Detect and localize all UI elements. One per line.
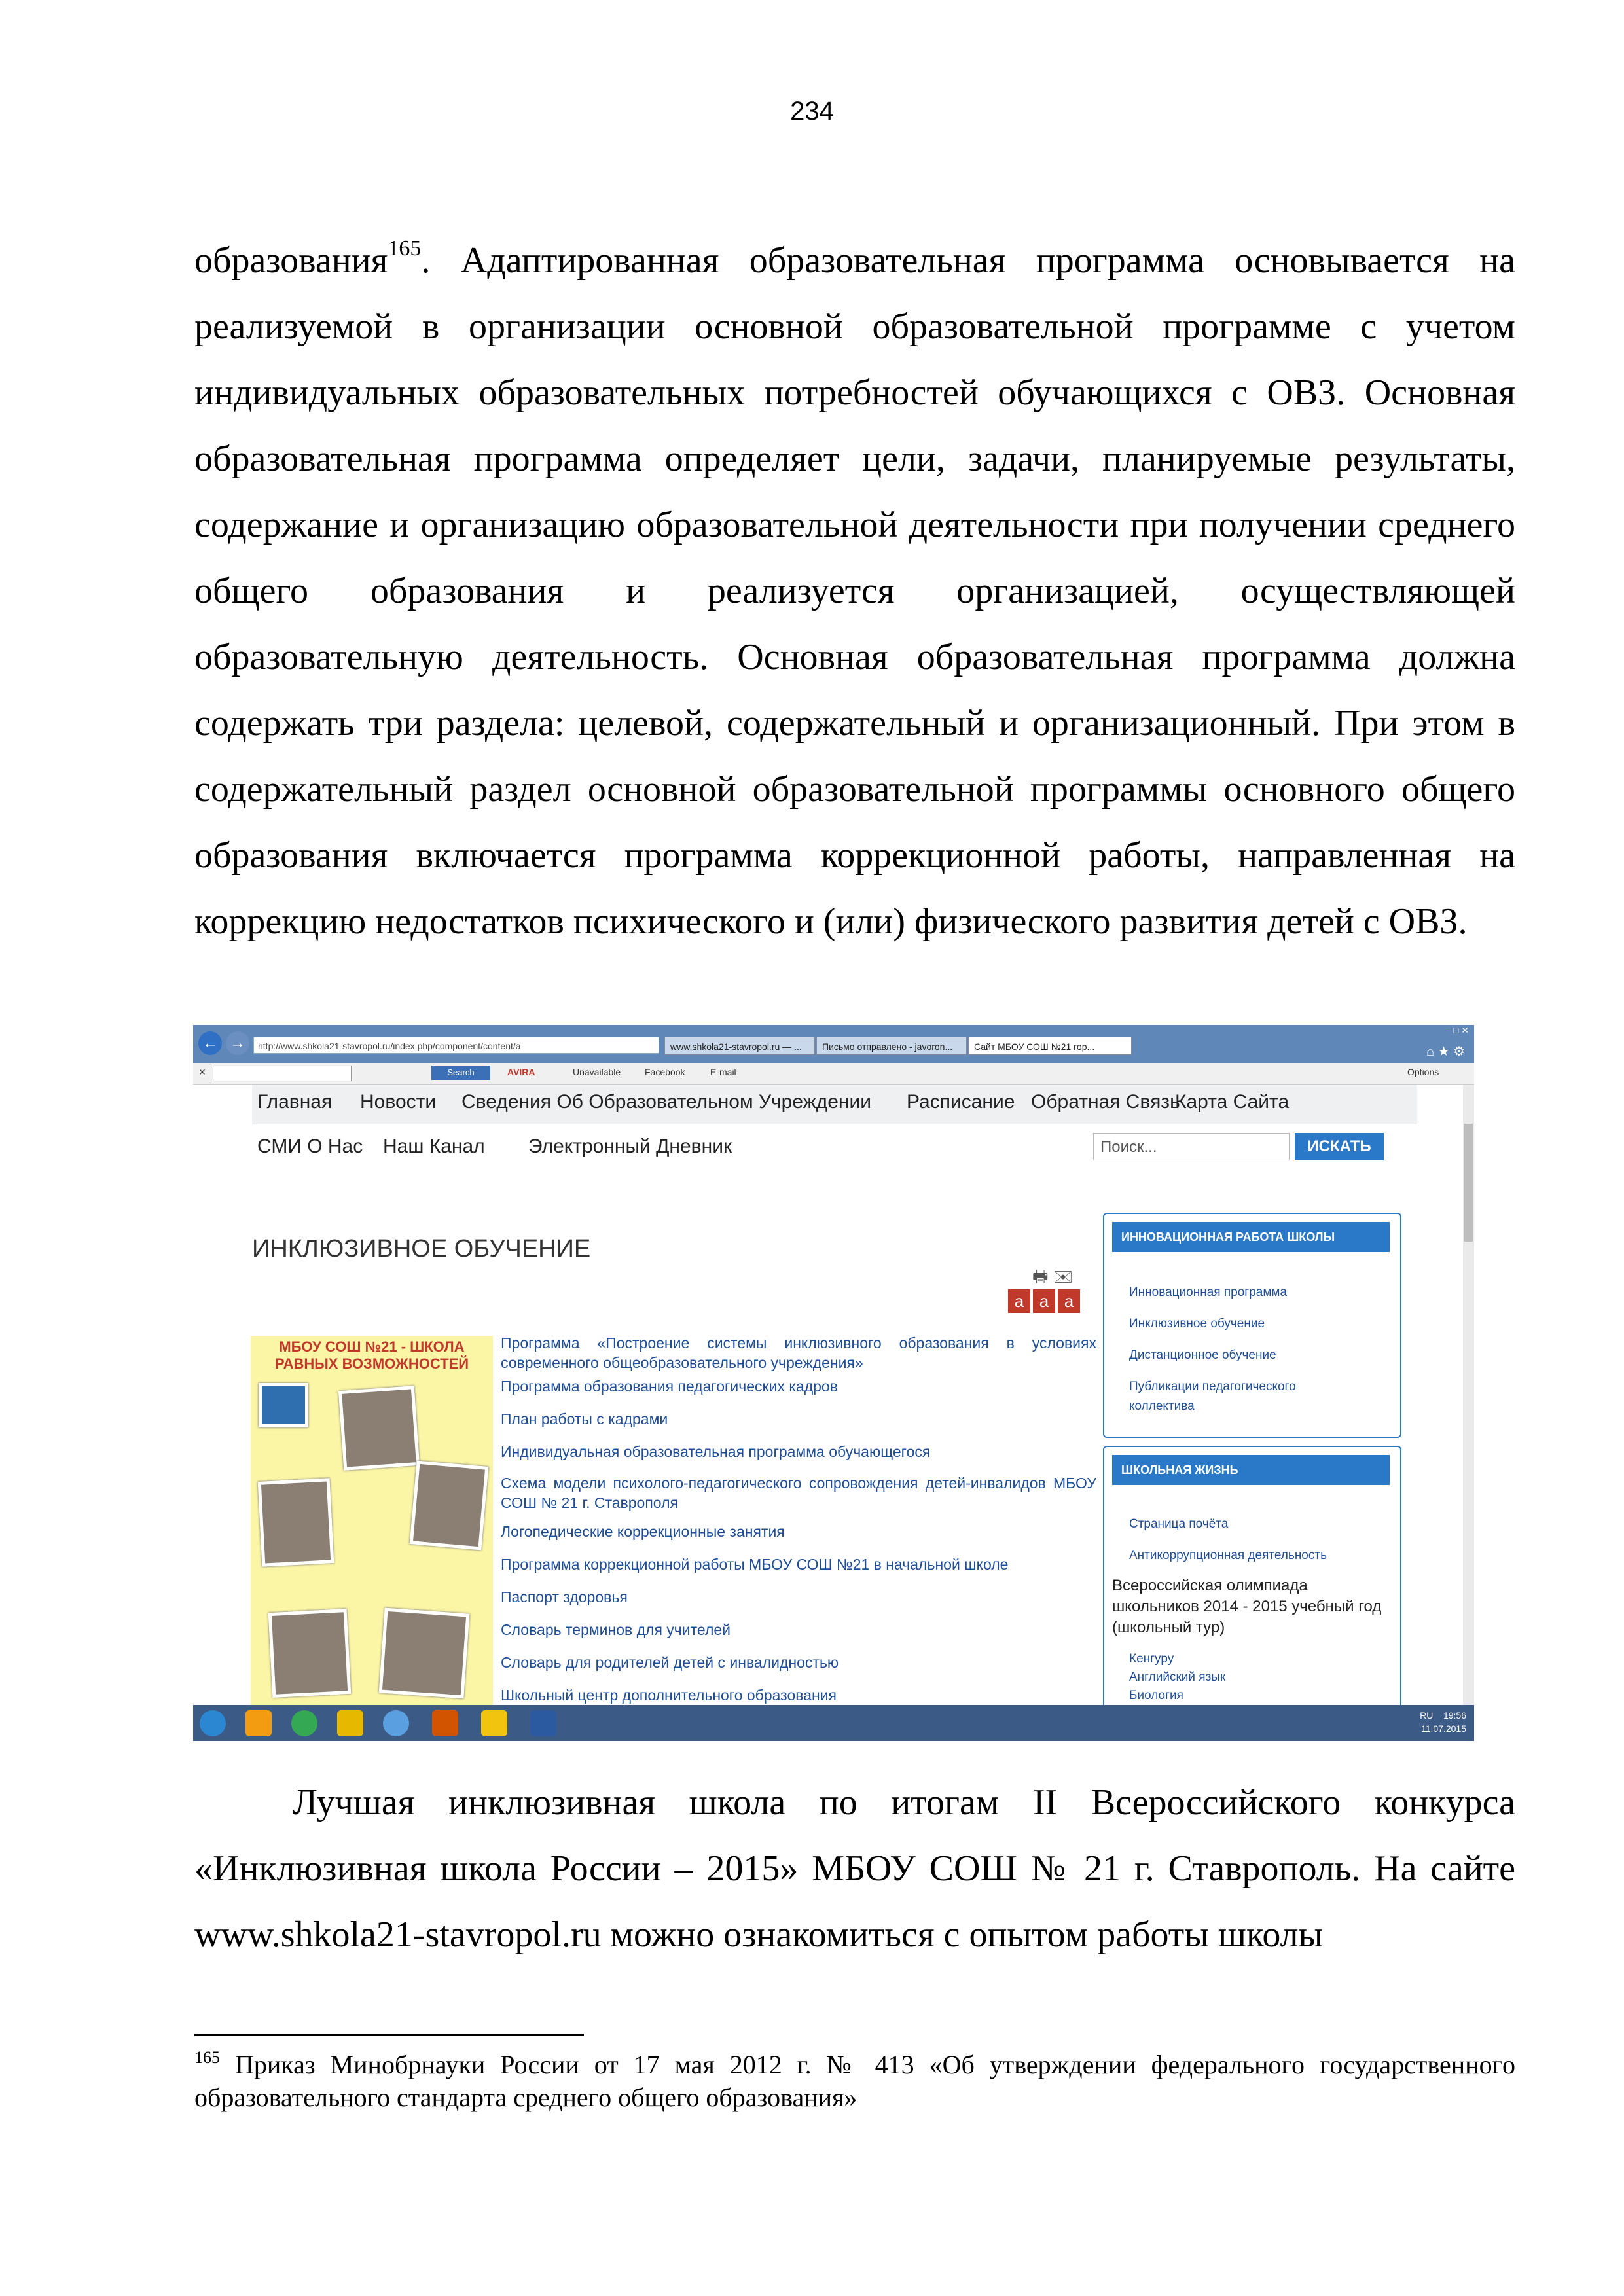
avira-label[interactable]: AVIRA xyxy=(507,1067,535,1077)
olympiad-text: Всероссийская олимпиада школьников 2014 … xyxy=(1112,1577,1382,1636)
internet-explorer-icon[interactable] xyxy=(383,1710,409,1736)
poster-title: МБОУ СОШ №21 - ШКОЛА РАВНЫХ ВОЗМОЖНОСТЕЙ xyxy=(274,1338,469,1372)
sidebar-link[interactable]: Антикоррупционная деятельность xyxy=(1129,1547,1327,1565)
menu-item-channel[interactable]: Наш Канал xyxy=(383,1136,485,1158)
word-icon[interactable] xyxy=(530,1710,556,1736)
website-screenshot: ← → http://www.shkola21-stavropol.ru/ind… xyxy=(193,1025,1474,1741)
address-bar[interactable]: http://www.shkola21-stavropol.ru/index.p… xyxy=(253,1037,659,1054)
body-text-bottom: Лучшая инклюзивная школа по итогам II Вс… xyxy=(194,1782,1515,1955)
menu-item-media[interactable]: СМИ О Нас xyxy=(257,1136,363,1158)
chrome-icon[interactable] xyxy=(291,1710,317,1736)
poster-photo xyxy=(257,1478,334,1567)
toolbar-search-button[interactable]: Search xyxy=(431,1066,490,1080)
menu-item-diary[interactable]: Электронный Дневник xyxy=(528,1136,732,1158)
font-size-button-3[interactable]: a xyxy=(1058,1289,1080,1313)
menu-item-sitemap[interactable]: Карта Сайта xyxy=(1175,1091,1289,1113)
page-number: 234 xyxy=(790,97,834,126)
page-content: Главная Новости Сведения Об Образователь… xyxy=(193,1085,1463,1723)
globe-icon xyxy=(259,1383,308,1427)
footnote-number: 165 xyxy=(194,2048,220,2067)
back-icon[interactable]: ← xyxy=(198,1031,222,1055)
browser-tab-2[interactable]: Письмо отправлено - javoron... xyxy=(816,1037,967,1055)
poster-photo xyxy=(268,1608,352,1698)
doc-link[interactable]: Программа «Построение системы инклюзивно… xyxy=(501,1333,1096,1372)
facebook-label[interactable]: Facebook xyxy=(645,1067,685,1077)
browser-tab-1[interactable]: www.shkola21-stavropol.ru — ... xyxy=(664,1037,815,1055)
sidebar-link[interactable]: коллектива xyxy=(1129,1397,1195,1416)
menu-item-schedule[interactable]: Расписание xyxy=(907,1091,1015,1113)
menu-item-news[interactable]: Новости xyxy=(360,1091,436,1113)
folder-icon[interactable] xyxy=(481,1710,507,1736)
poster-photo xyxy=(409,1460,489,1551)
body-text-lead: образования xyxy=(194,240,388,281)
forward-icon[interactable]: → xyxy=(226,1031,249,1055)
clock-time: 19:56 xyxy=(1443,1710,1466,1721)
app-icon[interactable] xyxy=(337,1710,363,1736)
doc-link[interactable]: Схема модели психолого-педагогического с… xyxy=(501,1473,1096,1513)
doc-link[interactable]: Программа образования педагогических кад… xyxy=(501,1376,1096,1396)
school-poster-image: МБОУ СОШ №21 - ШКОЛА РАВНЫХ ВОЗМОЖНОСТЕЙ xyxy=(251,1336,493,1705)
clock-date: 11.07.2015 xyxy=(1420,1723,1466,1734)
sidebar-link[interactable]: Английский язык xyxy=(1129,1668,1225,1687)
sidebar-innovation-title: ИННОВАЦИОННАЯ РАБОТА ШКОЛЫ xyxy=(1112,1222,1390,1252)
sidebar-link[interactable]: Биология xyxy=(1129,1687,1183,1705)
main-menu: Главная Новости Сведения Об Образователь… xyxy=(252,1085,1417,1124)
body-paragraph-bottom: Лучшая инклюзивная школа по итогам II Вс… xyxy=(194,1770,1515,1968)
sidebar-link[interactable]: Инновационная программа xyxy=(1129,1283,1287,1302)
doc-link[interactable]: Индивидуальная образовательная программа… xyxy=(501,1442,1096,1462)
body-text: . Адаптированная образовательная програм… xyxy=(194,240,1515,942)
footnote-ref: 165 xyxy=(388,236,422,260)
doc-link[interactable]: Программа коррекционной работы МБОУ СОШ … xyxy=(501,1554,1096,1574)
doc-link[interactable]: Логопедические коррекционные занятия xyxy=(501,1522,1096,1541)
window-controls[interactable]: – □ ✕ xyxy=(1445,1025,1469,1038)
browser-toolbar: ✕ Search AVIRA Unavailable Facebook E-ma… xyxy=(193,1063,1474,1085)
menu-item-feedback[interactable]: Обратная Связь xyxy=(1031,1091,1180,1113)
poster-photo xyxy=(338,1386,420,1471)
app-icon[interactable] xyxy=(432,1710,458,1736)
options-label[interactable]: Options xyxy=(1407,1067,1439,1077)
doc-link[interactable]: Словарь терминов для учителей xyxy=(501,1620,1096,1640)
doc-link[interactable]: План работы с кадрами xyxy=(501,1409,1096,1429)
footnote-text: Приказ Минобрнауки России от 17 мая 2012… xyxy=(194,2050,1515,2112)
doc-link[interactable]: Словарь для родителей детей с инвалиднос… xyxy=(501,1653,1096,1672)
sidebar-school-life: ШКОЛЬНАЯ ЖИЗНЬ Страница почёта Антикорру… xyxy=(1103,1446,1401,1723)
language-indicator[interactable]: RU xyxy=(1420,1710,1433,1721)
sidebar-innovation: ИННОВАЦИОННАЯ РАБОТА ШКОЛЫ Инновационная… xyxy=(1103,1213,1401,1438)
site-search-input[interactable]: Поиск... xyxy=(1093,1133,1290,1160)
sidebar-link[interactable]: Публикации педагогического xyxy=(1129,1378,1296,1396)
sidebar-link[interactable]: Страница почёта xyxy=(1129,1515,1228,1534)
footnote-divider xyxy=(194,2034,584,2036)
email-label[interactable]: E-mail xyxy=(710,1067,736,1077)
site-search-button[interactable]: ИСКАТЬ xyxy=(1295,1133,1384,1160)
doc-link[interactable]: Паспорт здоровья xyxy=(501,1587,1096,1607)
scrollbar-thumb[interactable] xyxy=(1464,1124,1473,1242)
browser-tab-bar: ← → http://www.shkola21-stavropol.ru/ind… xyxy=(193,1025,1474,1063)
doc-link[interactable]: Школьный центр дополнительного образован… xyxy=(501,1685,1096,1705)
home-star-gear-icon[interactable]: ⌂ ★ ⚙ xyxy=(1426,1043,1465,1060)
sidebar-link[interactable]: Кенгуру xyxy=(1129,1650,1174,1668)
sidebar-school-life-title: ШКОЛЬНАЯ ЖИЗНЬ xyxy=(1112,1455,1390,1485)
sidebar-link[interactable]: Инклюзивное обучение xyxy=(1129,1315,1265,1333)
body-paragraph-top: образования165. Адаптированная образоват… xyxy=(194,228,1515,955)
system-tray: RU 19:56 11.07.2015 xyxy=(1420,1709,1466,1735)
menu-item-home[interactable]: Главная xyxy=(257,1091,332,1113)
vertical-scrollbar[interactable] xyxy=(1463,1085,1474,1705)
browser-tab-3[interactable]: Сайт МБОУ СОШ №21 гор... xyxy=(968,1037,1132,1055)
unavailable-label[interactable]: Unavailable xyxy=(573,1067,621,1077)
font-size-button-2[interactable]: a xyxy=(1033,1289,1055,1313)
footnote: 165 Приказ Минобрнауки России от 17 мая … xyxy=(194,2049,1515,2114)
font-size-button-1[interactable]: a xyxy=(1008,1289,1030,1313)
section-heading: ИНКЛЮЗИВНОЕ ОБУЧЕНИЕ xyxy=(252,1235,591,1263)
poster-photo xyxy=(378,1607,470,1699)
sidebar-link[interactable]: Дистанционное обучение xyxy=(1129,1346,1276,1365)
media-player-icon[interactable] xyxy=(245,1710,272,1736)
close-icon[interactable]: ✕ xyxy=(198,1067,206,1078)
menu-item-info[interactable]: Сведения Об Образовательном Учреждении xyxy=(461,1091,871,1113)
toolbar-search-input[interactable] xyxy=(213,1066,352,1081)
start-icon[interactable] xyxy=(200,1710,226,1736)
windows-taskbar: RU 19:56 11.07.2015 xyxy=(193,1705,1474,1741)
